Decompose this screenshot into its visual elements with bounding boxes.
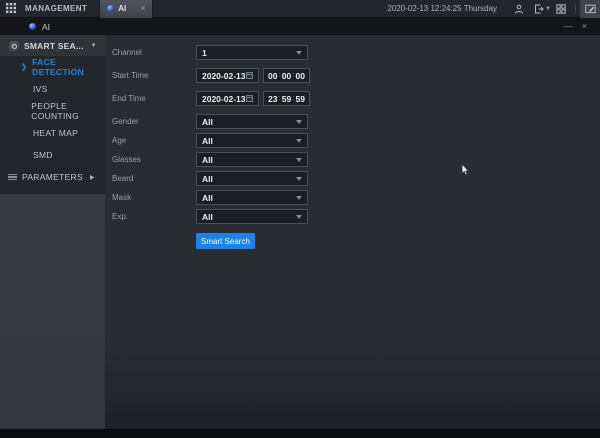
form-row-end-time: End Time 2020-02-13 23 : 59 : 59 (112, 91, 600, 106)
form-row-exp: Exp. All (112, 209, 600, 224)
glasses-label: Glasses (112, 155, 196, 164)
channel-value: 1 (202, 48, 207, 58)
main-panel: Channel 1 Start Time 2020-02-13 00 : 00 … (105, 35, 600, 429)
sidebar: SMART SEA... ▼ ❯ FACE DETECTION IVS PEOP… (0, 35, 105, 429)
tab-ai-close-icon[interactable]: × (140, 4, 145, 13)
sidebar-item-label: IVS (33, 84, 48, 94)
start-date-input[interactable]: 2020-02-13 (196, 68, 259, 83)
list-icon (8, 174, 17, 181)
calendar-icon[interactable] (246, 95, 253, 102)
chevron-down-icon (296, 139, 302, 143)
ai-window-sphere-icon (29, 23, 36, 30)
end-time-label: End Time (112, 94, 196, 103)
chevron-down-icon (296, 215, 302, 219)
end-date-value: 2020-02-13 (202, 94, 245, 104)
chevron-down-icon (296, 177, 302, 181)
start-minute: 00 (282, 71, 291, 81)
mask-value: All (202, 193, 213, 203)
smart-search-icon (9, 41, 19, 51)
form-row-gender: Gender All (112, 114, 600, 129)
chevron-down-icon (296, 120, 302, 124)
bottom-edge (0, 429, 600, 438)
gender-value: All (202, 117, 213, 127)
sidebar-item-face-detection[interactable]: ❯ FACE DETECTION (0, 56, 105, 78)
sidebar-item-ivs[interactable]: IVS (0, 78, 105, 100)
layout-grid-icon[interactable] (551, 0, 571, 18)
exp-select[interactable]: All (196, 209, 308, 224)
start-second: 00 (296, 71, 305, 81)
end-date-input[interactable]: 2020-02-13 (196, 91, 259, 106)
sidebar-item-people-counting[interactable]: PEOPLE COUNTING (0, 100, 105, 122)
end-second: 59 (296, 94, 305, 104)
form-row-mask: Mask All (112, 190, 600, 205)
start-date-value: 2020-02-13 (202, 71, 245, 81)
sidebar-item-smd[interactable]: SMD (0, 144, 105, 166)
close-icon[interactable]: × (582, 22, 587, 31)
start-hour: 00 (268, 71, 277, 81)
chevron-down-icon (296, 51, 302, 55)
chevron-down-icon (296, 158, 302, 162)
minimize-icon[interactable]: — (564, 22, 573, 31)
app-launcher-icon[interactable] (6, 0, 16, 18)
smart-search-button[interactable]: Smart Search (196, 233, 255, 249)
glasses-select[interactable]: All (196, 152, 308, 167)
exp-value: All (202, 212, 213, 222)
form-row-start-time: Start Time 2020-02-13 00 : 00 : 00 (112, 68, 600, 83)
screen-annotate-icon[interactable] (580, 0, 600, 18)
gender-select[interactable]: All (196, 114, 308, 129)
beard-label: Beard (112, 174, 196, 183)
end-time-input[interactable]: 23 : 59 : 59 (263, 91, 310, 106)
glasses-value: All (202, 155, 213, 165)
app-screen: MANAGEMENT AI × 2020-02-13 12:24:25 Thur… (0, 0, 600, 438)
ai-window-title: AI (42, 22, 50, 32)
chevron-down-icon (296, 196, 302, 200)
sidebar-item-heat-map[interactable]: HEAT MAP (0, 122, 105, 144)
tab-management[interactable]: MANAGEMENT (23, 4, 99, 13)
user-icon[interactable] (509, 0, 529, 18)
age-select[interactable]: All (196, 133, 308, 148)
ai-sphere-icon (107, 5, 114, 12)
sidebar-item-label: FACE DETECTION (32, 57, 105, 77)
sidebar-group-parameters[interactable]: PARAMETERS ▶ (0, 166, 105, 188)
time-separator: : (278, 72, 280, 79)
sidebar-group-smart-search[interactable]: SMART SEA... ▼ (0, 35, 105, 56)
channel-select[interactable]: 1 (196, 45, 308, 60)
ai-window-titlebar: AI — × (0, 18, 600, 35)
beard-select[interactable]: All (196, 171, 308, 186)
time-separator: : (292, 72, 294, 79)
sidebar-item-label: HEAT MAP (33, 128, 78, 138)
start-time-input[interactable]: 00 : 00 : 00 (263, 68, 310, 83)
age-label: Age (112, 136, 196, 145)
sidebar-tree: SMART SEA... ▼ ❯ FACE DETECTION IVS PEOP… (0, 35, 105, 194)
mask-label: Mask (112, 193, 196, 202)
sidebar-item-label: PEOPLE COUNTING (31, 101, 105, 121)
parameters-label: PARAMETERS (22, 172, 83, 182)
top-bar: MANAGEMENT AI × 2020-02-13 12:24:25 Thur… (0, 0, 600, 18)
time-separator: : (292, 95, 294, 102)
age-value: All (202, 136, 213, 146)
exp-label: Exp. (112, 212, 196, 221)
tab-ai[interactable]: AI × (99, 0, 153, 18)
topbar-separator (575, 3, 576, 14)
calendar-icon[interactable] (246, 72, 253, 79)
active-arrow-icon: ❯ (21, 63, 32, 71)
mask-select[interactable]: All (196, 190, 308, 205)
end-hour: 23 (268, 94, 277, 104)
channel-label: Channel (112, 48, 196, 57)
clock-text: 2020-02-13 12:24:25 Thursday (387, 4, 497, 13)
time-separator: : (278, 95, 280, 102)
form-row-beard: Beard All (112, 171, 600, 186)
sidebar-group-label: SMART SEA... (24, 41, 84, 51)
end-minute: 59 (282, 94, 291, 104)
form-row-glasses: Glasses All (112, 152, 600, 167)
start-time-label: Start Time (112, 71, 196, 80)
form-row-channel: Channel 1 (112, 45, 600, 60)
form-row-age: Age All (112, 133, 600, 148)
chevron-right-icon: ▶ (90, 174, 95, 181)
chevron-down-icon: ▼ (91, 43, 97, 49)
beard-value: All (202, 174, 213, 184)
sidebar-item-label: SMD (33, 150, 53, 160)
tab-ai-label: AI (118, 4, 126, 13)
gender-label: Gender (112, 117, 196, 126)
